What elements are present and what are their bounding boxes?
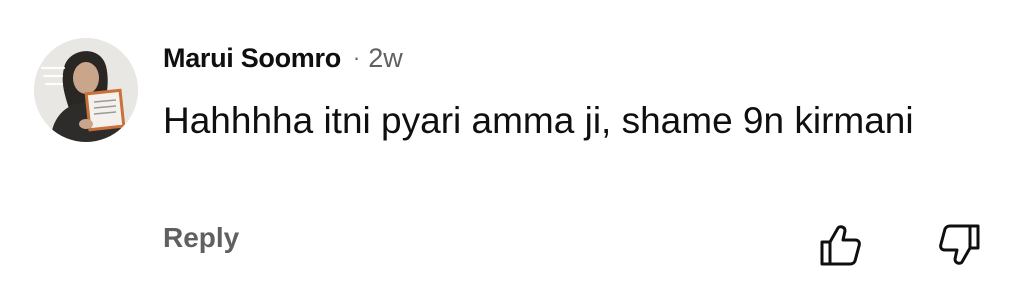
thumbs-up-icon xyxy=(820,225,861,266)
comment-text: Hahhhha itni pyari amma ji, shame 9n kir… xyxy=(163,100,914,141)
comment-header: Marui Soomro · 2w xyxy=(163,40,403,76)
comment-item: Marui Soomro · 2w Hahhhha itni pyari amm… xyxy=(0,0,1024,284)
reply-button[interactable]: Reply xyxy=(163,222,239,254)
dislike-button[interactable] xyxy=(935,220,985,270)
meta-separator: · xyxy=(352,45,361,70)
thumbs-down-icon xyxy=(939,224,980,265)
avatar-image xyxy=(34,38,138,142)
like-button[interactable] xyxy=(815,220,865,270)
timestamp[interactable]: 2w xyxy=(368,43,403,74)
avatar[interactable] xyxy=(34,38,138,142)
author-name[interactable]: Marui Soomro xyxy=(163,43,341,74)
